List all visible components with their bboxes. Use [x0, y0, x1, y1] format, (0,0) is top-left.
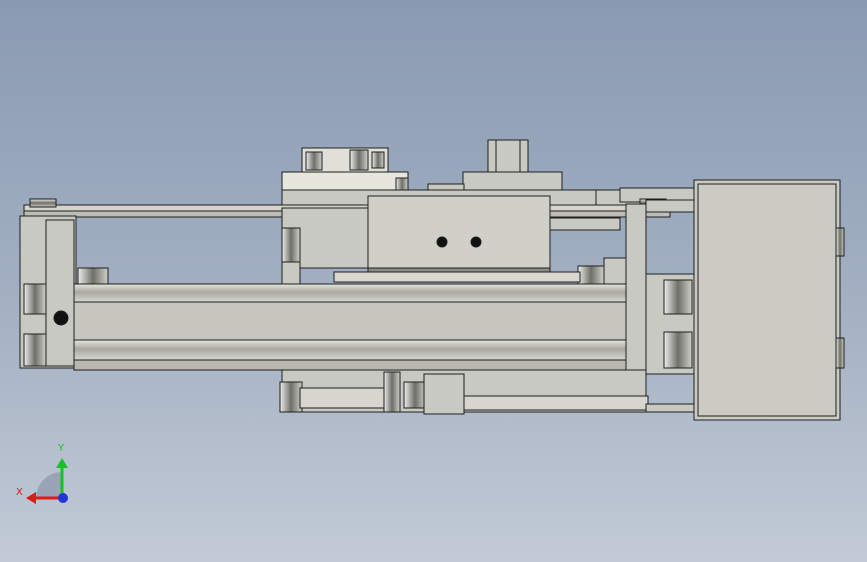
- left-nut: [77, 267, 109, 285]
- graphics-area[interactable]: X Y: [0, 0, 867, 562]
- model-view[interactable]: [0, 0, 867, 562]
- carriage-side-plate: [281, 261, 301, 285]
- lower-guide-body[interactable]: [279, 369, 695, 415]
- motor-housing[interactable]: [693, 179, 845, 421]
- right-end-plate[interactable]: [625, 199, 695, 375]
- carriage-strip: [333, 271, 581, 283]
- actuator-assembly[interactable]: [19, 139, 845, 421]
- triad-z-origin-icon: [58, 493, 68, 503]
- cylinder-body[interactable]: [73, 283, 629, 371]
- triad-x-label: X: [16, 487, 23, 498]
- triad-y-label: Y: [58, 443, 65, 454]
- connector-bracket[interactable]: [281, 147, 409, 193]
- coordinate-triad[interactable]: [26, 458, 68, 504]
- triad-z-sector: [36, 472, 62, 498]
- left-end-plate[interactable]: [19, 215, 77, 369]
- top-sensor-block[interactable]: [427, 139, 563, 195]
- triad-y-arrow-icon: [56, 458, 68, 468]
- carriage-block[interactable]: [281, 195, 551, 275]
- triad-x-arrow-icon: [26, 492, 36, 504]
